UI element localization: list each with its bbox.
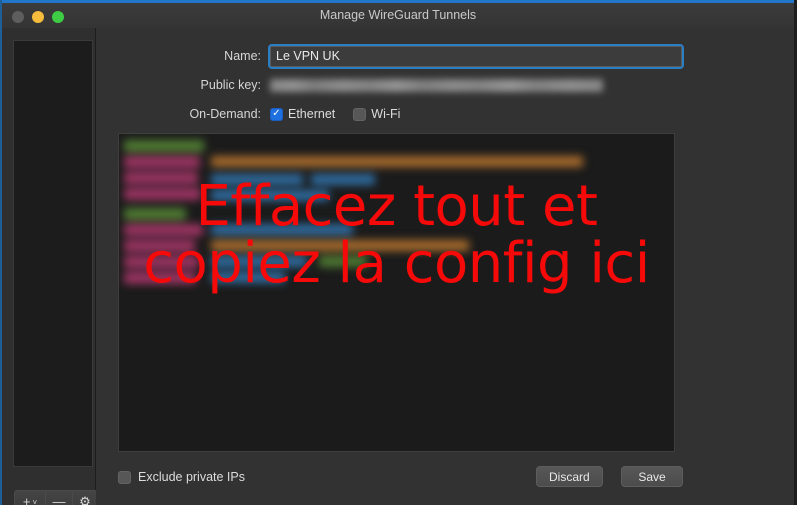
name-input[interactable]: [268, 43, 684, 69]
tunnel-list[interactable]: [13, 40, 93, 467]
window-titlebar[interactable]: Manage WireGuard Tunnels: [2, 3, 794, 29]
config-value-token: [211, 156, 583, 167]
chevron-down-icon: ˅: [32, 498, 38, 505]
public-key-label: Public key:: [200, 78, 261, 92]
window-title: Manage WireGuard Tunnels: [319, 8, 477, 22]
on-demand-ethernet-label: Ethernet: [288, 107, 336, 121]
instruction-overlay-text: Effacez tout et copiez la config ici: [143, 174, 650, 297]
name-row: Name:: [96, 43, 684, 69]
save-button[interactable]: Save: [621, 466, 683, 487]
tunnels-sidebar: + ˅ — ⚙: [2, 28, 98, 505]
checkmark-icon: ✓: [270, 107, 283, 121]
name-label: Name:: [224, 49, 261, 63]
discard-button[interactable]: Discard: [536, 466, 603, 487]
tunnel-settings-button[interactable]: ⚙: [73, 491, 97, 505]
on-demand-row: On-Demand: ✓ Ethernet Wi-Fi: [96, 103, 418, 125]
manage-wireguard-tunnels-window: Manage WireGuard Tunnels + ˅ — ⚙ Name: P…: [0, 0, 797, 505]
gear-icon: ⚙: [79, 493, 91, 505]
on-demand-label: On-Demand:: [189, 107, 261, 121]
on-demand-ethernet-checkbox[interactable]: ✓ Ethernet: [270, 107, 335, 121]
tunnel-detail-panel: Name: Public key: On-Demand: ✓ Ethernet …: [96, 28, 794, 505]
exclude-private-ips-checkbox[interactable]: Exclude private IPs: [118, 470, 245, 484]
exclude-private-ips-label: Exclude private IPs: [138, 470, 245, 484]
tunnel-list-toolbar: + ˅ — ⚙: [14, 490, 98, 505]
remove-tunnel-button[interactable]: —: [46, 491, 73, 505]
on-demand-wifi-checkbox[interactable]: Wi-Fi: [353, 107, 400, 121]
on-demand-wifi-label: Wi-Fi: [371, 107, 401, 121]
config-key-token: [124, 156, 200, 168]
config-section-token: [124, 140, 204, 152]
checkbox-empty-icon: [353, 107, 367, 121]
plus-icon: +: [22, 494, 31, 505]
checkbox-empty-icon: [118, 470, 131, 484]
public-key-row: Public key:: [96, 74, 603, 96]
detail-bottom-bar: Exclude private IPs Discard Save: [96, 460, 794, 505]
minus-icon: —: [52, 494, 66, 505]
public-key-value-redacted: [270, 78, 603, 92]
add-tunnel-button[interactable]: + ˅: [15, 491, 46, 505]
